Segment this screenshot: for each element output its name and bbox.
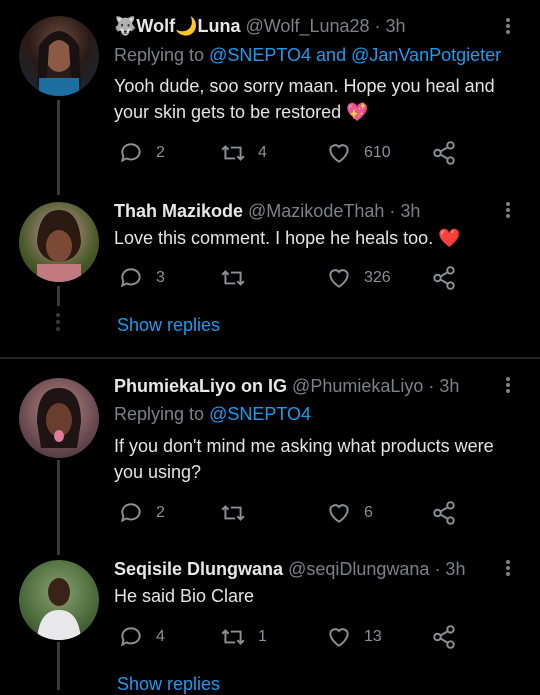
reply-icon <box>120 627 141 647</box>
tweet-text: He said Bio Clare <box>114 586 255 606</box>
share-button[interactable] <box>431 624 457 650</box>
share-button[interactable] <box>431 265 457 291</box>
tweet-text: Yooh dude, soo sorry maan. Hope you heal… <box>114 76 495 122</box>
tweet-text: Love this comment. I hope he heals too. … <box>114 228 461 248</box>
avatar[interactable] <box>19 378 99 458</box>
like-count: 326 <box>364 269 391 286</box>
reply-icon <box>120 268 141 288</box>
avatar[interactable] <box>19 560 99 640</box>
more-options-icon[interactable] <box>506 200 512 220</box>
tweet-header: 🐺Wolf🌙Luna @Wolf_Luna28 · 3h <box>114 15 406 37</box>
reply-button[interactable]: 2 <box>118 140 165 166</box>
reply-count: 2 <box>156 144 165 161</box>
replying-to-label: Replying to <box>114 45 210 65</box>
like-count: 6 <box>364 504 373 521</box>
thread-line <box>57 460 60 555</box>
share-button[interactable] <box>431 500 457 526</box>
share-button[interactable] <box>431 140 457 166</box>
like-button[interactable]: 13 <box>326 624 382 650</box>
retweet-icon <box>221 145 245 161</box>
display-name[interactable]: Seqisile Dlungwana <box>114 559 283 579</box>
show-replies-link[interactable]: Show replies <box>117 674 220 695</box>
reply-count: 2 <box>156 504 165 521</box>
mention-link[interactable]: @SNEPTO4 <box>209 404 311 424</box>
share-icon <box>433 266 455 290</box>
retweet-icon <box>221 505 245 521</box>
tweet-text: If you don't mind me asking what product… <box>114 436 494 482</box>
reply-count: 3 <box>156 269 165 286</box>
replying-to-and: and <box>311 45 352 65</box>
share-icon <box>433 501 455 525</box>
thread-line <box>57 642 60 690</box>
share-icon <box>433 141 455 165</box>
user-handle[interactable]: @Wolf_Luna28 <box>246 16 370 36</box>
user-handle[interactable]: @seqiDlungwana <box>288 559 429 579</box>
mention-link[interactable]: @JanVanPotgieter <box>351 45 501 65</box>
more-options-icon[interactable] <box>506 558 512 578</box>
reply-count: 4 <box>156 628 165 645</box>
like-count: 610 <box>364 144 391 161</box>
reply-icon <box>120 503 141 523</box>
thread-line <box>57 286 60 306</box>
retweet-button[interactable] <box>220 500 246 526</box>
retweet-button[interactable]: 1 <box>220 624 267 650</box>
timestamp: · 3h <box>389 201 421 221</box>
share-icon <box>433 625 455 649</box>
like-button[interactable]: 610 <box>326 140 391 166</box>
timestamp: · 3h <box>374 16 406 36</box>
more-options-icon[interactable] <box>506 375 512 395</box>
tweet-header: Thah Mazikode @MazikodeThah · 3h <box>114 200 420 222</box>
heart-icon <box>329 269 349 288</box>
display-name[interactable]: 🐺Wolf🌙Luna <box>114 16 240 36</box>
replying-to-label: Replying to <box>114 404 210 424</box>
more-options-icon[interactable] <box>506 16 512 36</box>
reply-button[interactable]: 2 <box>118 500 165 526</box>
replying-to: Replying to @SNEPTO4 <box>114 403 311 425</box>
heart-icon <box>329 144 349 163</box>
thread-line <box>57 100 60 195</box>
divider <box>0 357 540 359</box>
retweet-count: 1 <box>258 628 267 645</box>
reply-icon <box>120 143 141 163</box>
retweet-icon <box>221 629 245 645</box>
retweet-icon <box>221 270 245 286</box>
like-button[interactable]: 326 <box>326 265 391 291</box>
replying-to: Replying to @SNEPTO4 and @JanVanPotgiete… <box>114 44 501 66</box>
heart-icon <box>329 628 349 647</box>
reply-button[interactable]: 4 <box>118 624 165 650</box>
tweet-header: Seqisile Dlungwana @seqiDlungwana · 3h <box>114 558 465 580</box>
retweet-button[interactable] <box>220 265 246 291</box>
thread-continuation-dots <box>56 310 61 334</box>
heart-icon <box>329 504 349 523</box>
avatar[interactable] <box>19 202 99 282</box>
mention-link[interactable]: @SNEPTO4 <box>209 45 311 65</box>
user-handle[interactable]: @MazikodeThah <box>248 201 384 221</box>
retweet-count: 4 <box>258 144 267 161</box>
display-name[interactable]: Thah Mazikode <box>114 201 243 221</box>
retweet-button[interactable]: 4 <box>220 140 267 166</box>
user-handle[interactable]: @PhumiekaLiyo <box>292 376 423 396</box>
show-replies-link[interactable]: Show replies <box>117 315 220 336</box>
avatar[interactable] <box>19 16 99 96</box>
tweet-header: PhumiekaLiyo on IG @PhumiekaLiyo · 3h <box>114 375 459 397</box>
like-count: 13 <box>364 628 382 645</box>
display-name[interactable]: PhumiekaLiyo on IG <box>114 376 287 396</box>
like-button[interactable]: 6 <box>326 500 373 526</box>
timestamp: · 3h <box>434 559 466 579</box>
reply-button[interactable]: 3 <box>118 265 165 291</box>
timestamp: · 3h <box>428 376 460 396</box>
